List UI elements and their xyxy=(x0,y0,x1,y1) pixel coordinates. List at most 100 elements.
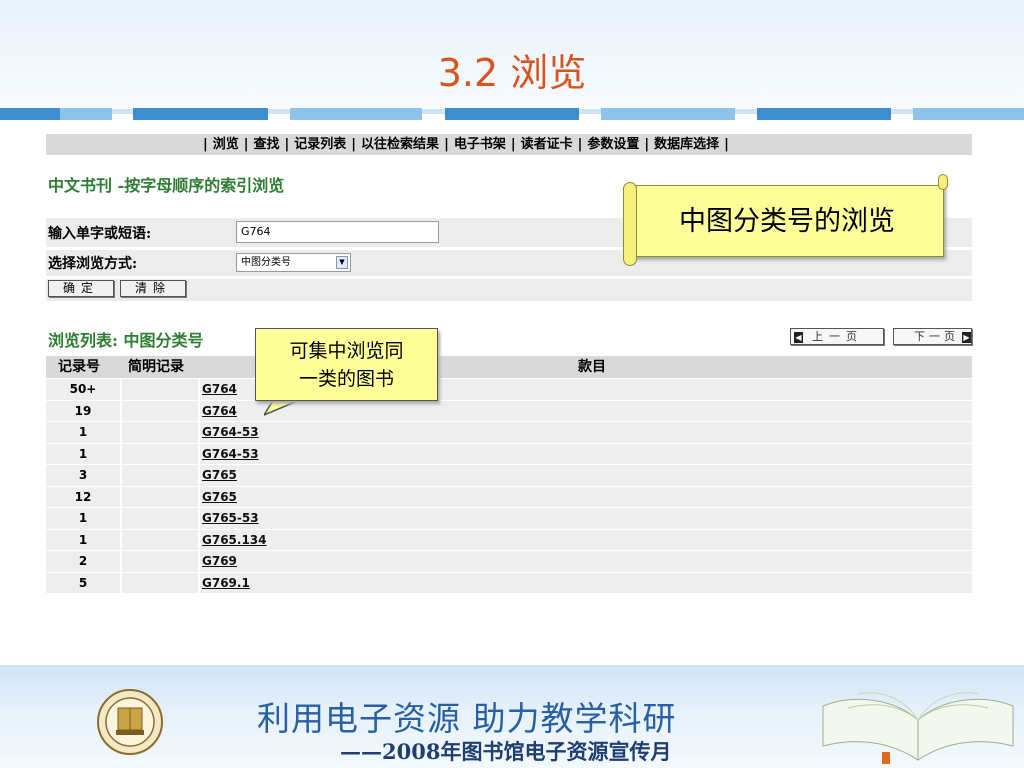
record-count: 1 xyxy=(46,443,122,464)
brief-record-cell xyxy=(124,486,200,507)
prev-page-button[interactable]: ◀ 上一页 xyxy=(790,328,884,345)
entry-link[interactable]: G764 xyxy=(202,401,237,422)
column-header-brief-record: 简明记录 xyxy=(128,359,184,375)
scroll-curl-right xyxy=(938,174,948,190)
bubble-text-line1: 可集中浏览同 xyxy=(289,340,404,362)
brief-record-cell xyxy=(124,465,200,486)
nav-item[interactable]: 数据库选择 xyxy=(654,137,719,152)
brief-record-cell xyxy=(124,379,200,400)
header-strip-segment xyxy=(290,108,422,120)
nav-separator: | xyxy=(351,137,357,152)
table-row: 1 G764-53 xyxy=(46,443,972,465)
scroll-callout-text: 中图分类号的浏览 xyxy=(679,206,895,237)
record-count: 5 xyxy=(46,572,122,593)
nav-item[interactable]: 以往检索结果 xyxy=(361,137,439,152)
brief-record-cell xyxy=(124,400,200,421)
confirm-button[interactable]: 确定 xyxy=(48,280,114,297)
brief-record-cell xyxy=(124,551,200,572)
brief-record-cell xyxy=(124,422,200,443)
nav-item[interactable]: 浏览 xyxy=(213,137,239,152)
entry-link[interactable]: G764 xyxy=(202,379,237,400)
record-count: 50+ xyxy=(46,379,122,400)
nav-separator: | xyxy=(203,137,208,152)
table-row: 1 G764-53 xyxy=(46,422,972,444)
header-strip-segment xyxy=(913,108,1024,120)
clear-button[interactable]: 清除 xyxy=(120,280,186,297)
entry-link[interactable]: G765 xyxy=(202,465,237,486)
header-strip-segment xyxy=(133,108,268,120)
table-row: 2 G769 xyxy=(46,551,972,573)
bubble-tail xyxy=(264,399,303,416)
table-row: 12 G765 xyxy=(46,486,972,508)
scroll-callout: 中图分类号的浏览 xyxy=(623,174,948,266)
scroll-curl-left xyxy=(623,182,637,266)
header-strip-segment xyxy=(445,108,579,120)
brief-record-cell xyxy=(124,529,200,550)
header-strip-segment xyxy=(757,108,891,120)
browse-list-title: 浏览列表: 中图分类号 xyxy=(48,331,204,350)
table-row: 1 G765.134 xyxy=(46,529,972,551)
browse-table-header: 记录号 简明记录 款目 xyxy=(46,356,972,378)
mode-label: 选择浏览方式: xyxy=(48,256,138,272)
brief-record-cell xyxy=(124,572,200,593)
browse-table-body: 50+ G764 19 G764 1 G764-53 1 G764-53 3 G765 12 G765… xyxy=(46,379,972,594)
record-count: 1 xyxy=(46,529,122,550)
open-book-icon xyxy=(822,692,1014,764)
arrow-left-icon: ◀ xyxy=(794,331,803,343)
column-header-record-no: 记录号 xyxy=(58,359,100,375)
nav-separator: | xyxy=(644,137,650,152)
nav-item[interactable]: 电子书架 xyxy=(454,137,506,152)
bubble-text-line2: 一类的图书 xyxy=(298,368,394,390)
table-row: 3 G765 xyxy=(46,465,972,487)
browse-mode-select[interactable]: 中图分类号 ▼ xyxy=(236,253,351,272)
brief-record-cell xyxy=(124,508,200,529)
next-page-button[interactable]: 下一页 ▶ xyxy=(893,328,972,345)
opac-nav-bar: | 浏览 | 查找 | 记录列表 | 以往检索结果 | 电子书架 | 读者证卡 | 参数设置 | 数据库选择 | xyxy=(46,134,972,155)
university-emblem-icon xyxy=(97,689,163,755)
table-row: 50+ G764 xyxy=(46,379,972,401)
section-title: 中文书刊 -按字母顺序的索引浏览 xyxy=(48,176,285,195)
browse-mode-value: 中图分类号 xyxy=(241,257,291,268)
nav-item[interactable]: 记录列表 xyxy=(294,137,346,152)
record-count: 2 xyxy=(46,551,122,572)
prev-page-label: 上一页 xyxy=(812,330,863,343)
brief-record-cell xyxy=(124,443,200,464)
nav-separator: | xyxy=(444,137,449,152)
entry-link[interactable]: G765-53 xyxy=(202,508,259,529)
footer-slogan: 利用电子资源 助力教学科研 xyxy=(257,699,677,738)
next-page-label: 下一页 xyxy=(914,330,959,343)
arrow-right-icon: ▶ xyxy=(962,331,971,343)
entry-link[interactable]: G765.134 xyxy=(202,530,267,551)
nav-separator: | xyxy=(577,137,583,152)
table-row: 5 G769.1 xyxy=(46,572,972,594)
term-label: 输入单字或短语: xyxy=(48,226,152,242)
chevron-down-icon[interactable]: ▼ xyxy=(336,256,348,269)
nav-item[interactable]: 读者证卡 xyxy=(521,137,573,152)
table-row: 1 G765-53 xyxy=(46,508,972,530)
entry-link[interactable]: G765 xyxy=(202,487,237,508)
button-row: 确定 清除 xyxy=(46,279,972,301)
entry-link[interactable]: G764-53 xyxy=(202,422,259,443)
nav-separator: | xyxy=(510,137,516,152)
column-header-entry: 款目 xyxy=(578,359,606,375)
record-count: 1 xyxy=(46,508,122,529)
record-count: 12 xyxy=(46,486,122,507)
record-count: 3 xyxy=(46,465,122,486)
record-count: 19 xyxy=(46,400,122,421)
header-strip-segment xyxy=(0,108,60,120)
slide-title: 3.2 浏览 xyxy=(437,51,587,95)
nav-item[interactable]: 查找 xyxy=(254,137,280,152)
speech-bubble-callout: 可集中浏览同 一类的图书 xyxy=(255,328,438,401)
table-row: 19 G764 xyxy=(46,400,972,422)
nav-separator: | xyxy=(284,137,290,152)
nav-item[interactable]: 参数设置 xyxy=(587,137,639,152)
entry-link[interactable]: G769.1 xyxy=(202,573,250,594)
nav-separator: | xyxy=(243,137,249,152)
term-input[interactable]: G764 xyxy=(236,221,439,243)
entry-link[interactable]: G769 xyxy=(202,551,237,572)
header-strip-segment xyxy=(601,108,735,120)
entry-link[interactable]: G764-53 xyxy=(202,444,259,465)
nav-separator: | xyxy=(724,137,729,152)
header-strip-segment xyxy=(60,108,112,120)
record-count: 1 xyxy=(46,422,122,443)
